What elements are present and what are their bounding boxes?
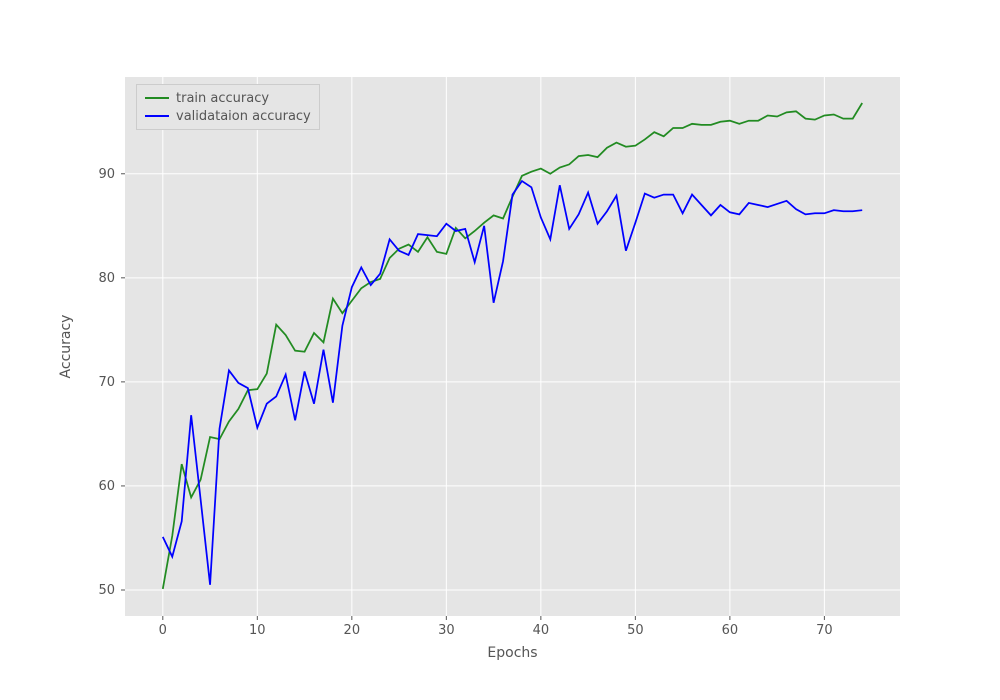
legend-item-0: train accuracy <box>145 89 311 107</box>
svg-text:10: 10 <box>249 623 266 638</box>
plot-axes: 010203040506070 5060708090 Epochs Accura… <box>125 77 900 616</box>
svg-text:50: 50 <box>627 623 644 638</box>
plot-svg: 010203040506070 5060708090 Epochs Accura… <box>125 77 900 616</box>
series-group <box>163 103 862 589</box>
legend-label: validataion accuracy <box>176 109 311 124</box>
svg-text:90: 90 <box>98 167 115 182</box>
x-grid <box>163 77 825 616</box>
series-line-1 <box>163 181 862 585</box>
svg-text:70: 70 <box>816 623 833 638</box>
y-axis-label: Accuracy <box>58 315 74 379</box>
svg-text:70: 70 <box>98 375 115 390</box>
svg-text:60: 60 <box>722 623 739 638</box>
figure: 0 10 20 30 40 50 60 70 50 60 70 80 90 Epochs Accura… <box>0 0 1000 700</box>
legend: train accuracy validataion accuracy <box>136 84 320 130</box>
y-grid <box>125 174 900 590</box>
svg-text:20: 20 <box>344 623 361 638</box>
svg-text:40: 40 <box>533 623 550 638</box>
svg-text:0: 0 <box>159 623 167 638</box>
legend-label: train accuracy <box>176 91 269 106</box>
legend-item-1: validataion accuracy <box>145 107 311 125</box>
legend-swatch <box>145 115 169 117</box>
y-ticks: 50 60 70 80 90 <box>98 167 125 598</box>
series-line-0 <box>163 103 862 589</box>
svg-text:80: 80 <box>98 271 115 286</box>
svg-text:50: 50 <box>98 583 115 598</box>
legend-swatch <box>145 97 169 99</box>
svg-text:30: 30 <box>438 623 455 638</box>
svg-text:60: 60 <box>98 479 115 494</box>
x-ticks: 0 10 20 30 40 50 60 70 <box>159 616 833 638</box>
x-axis-label: Epochs <box>487 645 537 661</box>
